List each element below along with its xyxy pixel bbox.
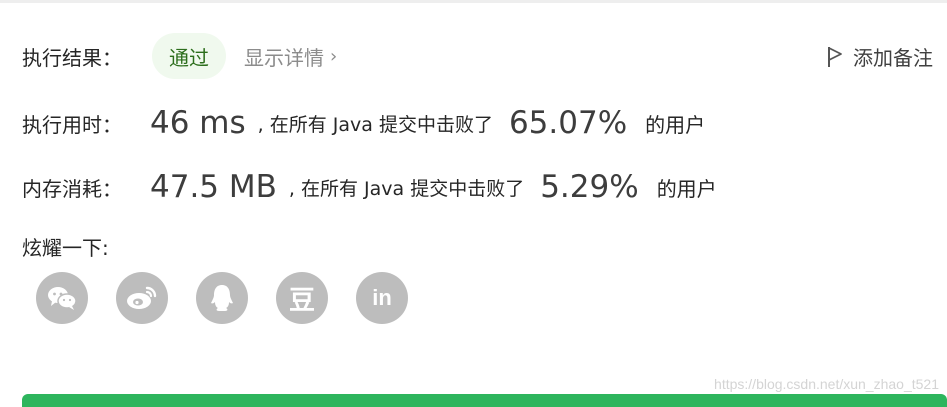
share-wechat-button[interactable] — [36, 272, 88, 324]
top-divider — [0, 0, 947, 3]
runtime-value: 46 ms — [150, 105, 246, 141]
runtime-middle-text: , 在所有 Java 提交中击败了 — [257, 113, 493, 136]
qq-icon — [211, 285, 233, 311]
wechat-icon — [48, 287, 77, 310]
share-buttons: 豆 in — [36, 272, 408, 324]
share-weibo-button[interactable] — [116, 272, 168, 324]
runtime-label: 执行用时： — [22, 112, 122, 137]
share-qq-button[interactable] — [196, 272, 248, 324]
memory-value: 47.5 MB — [150, 169, 277, 205]
status-badge: 通过 — [152, 33, 226, 79]
add-note-label: 添加备注 — [853, 46, 933, 70]
show-details-label: 显示详情 — [244, 45, 324, 70]
share-label: 炫耀一下: — [22, 236, 109, 260]
douban-icon: 豆 — [288, 285, 315, 316]
flag-icon — [828, 46, 842, 67]
add-note-button[interactable]: 添加备注 — [827, 42, 933, 71]
memory-percent: 5.29% — [540, 169, 639, 205]
memory-row: 内存消耗： 47.5 MB , 在所有 Java 提交中击败了 5.29% 的用… — [22, 164, 717, 210]
memory-tail: 的用户 — [656, 176, 717, 201]
green-action-bar[interactable] — [22, 394, 947, 407]
show-details-link[interactable]: 显示详情 › — [244, 42, 337, 71]
memory-middle-text: , 在所有 Java 提交中击败了 — [288, 177, 525, 200]
weibo-icon — [127, 286, 157, 309]
linkedin-icon: in — [372, 285, 392, 310]
chevron-right-icon: › — [330, 45, 338, 67]
result-row: 执行结果： 通过 显示详情 › — [22, 32, 337, 80]
watermark: https://blog.csdn.net/xun_zhao_t521 — [714, 376, 939, 392]
memory-label: 内存消耗： — [22, 176, 122, 201]
runtime-row: 执行用时： 46 ms , 在所有 Java 提交中击败了 65.07% 的用户 — [22, 100, 705, 146]
share-douban-button[interactable]: 豆 — [276, 272, 328, 324]
runtime-tail: 的用户 — [645, 112, 706, 137]
result-label: 执行结果： — [22, 45, 122, 70]
runtime-percent: 65.07% — [508, 105, 628, 141]
share-linkedin-button[interactable]: in — [356, 272, 408, 324]
